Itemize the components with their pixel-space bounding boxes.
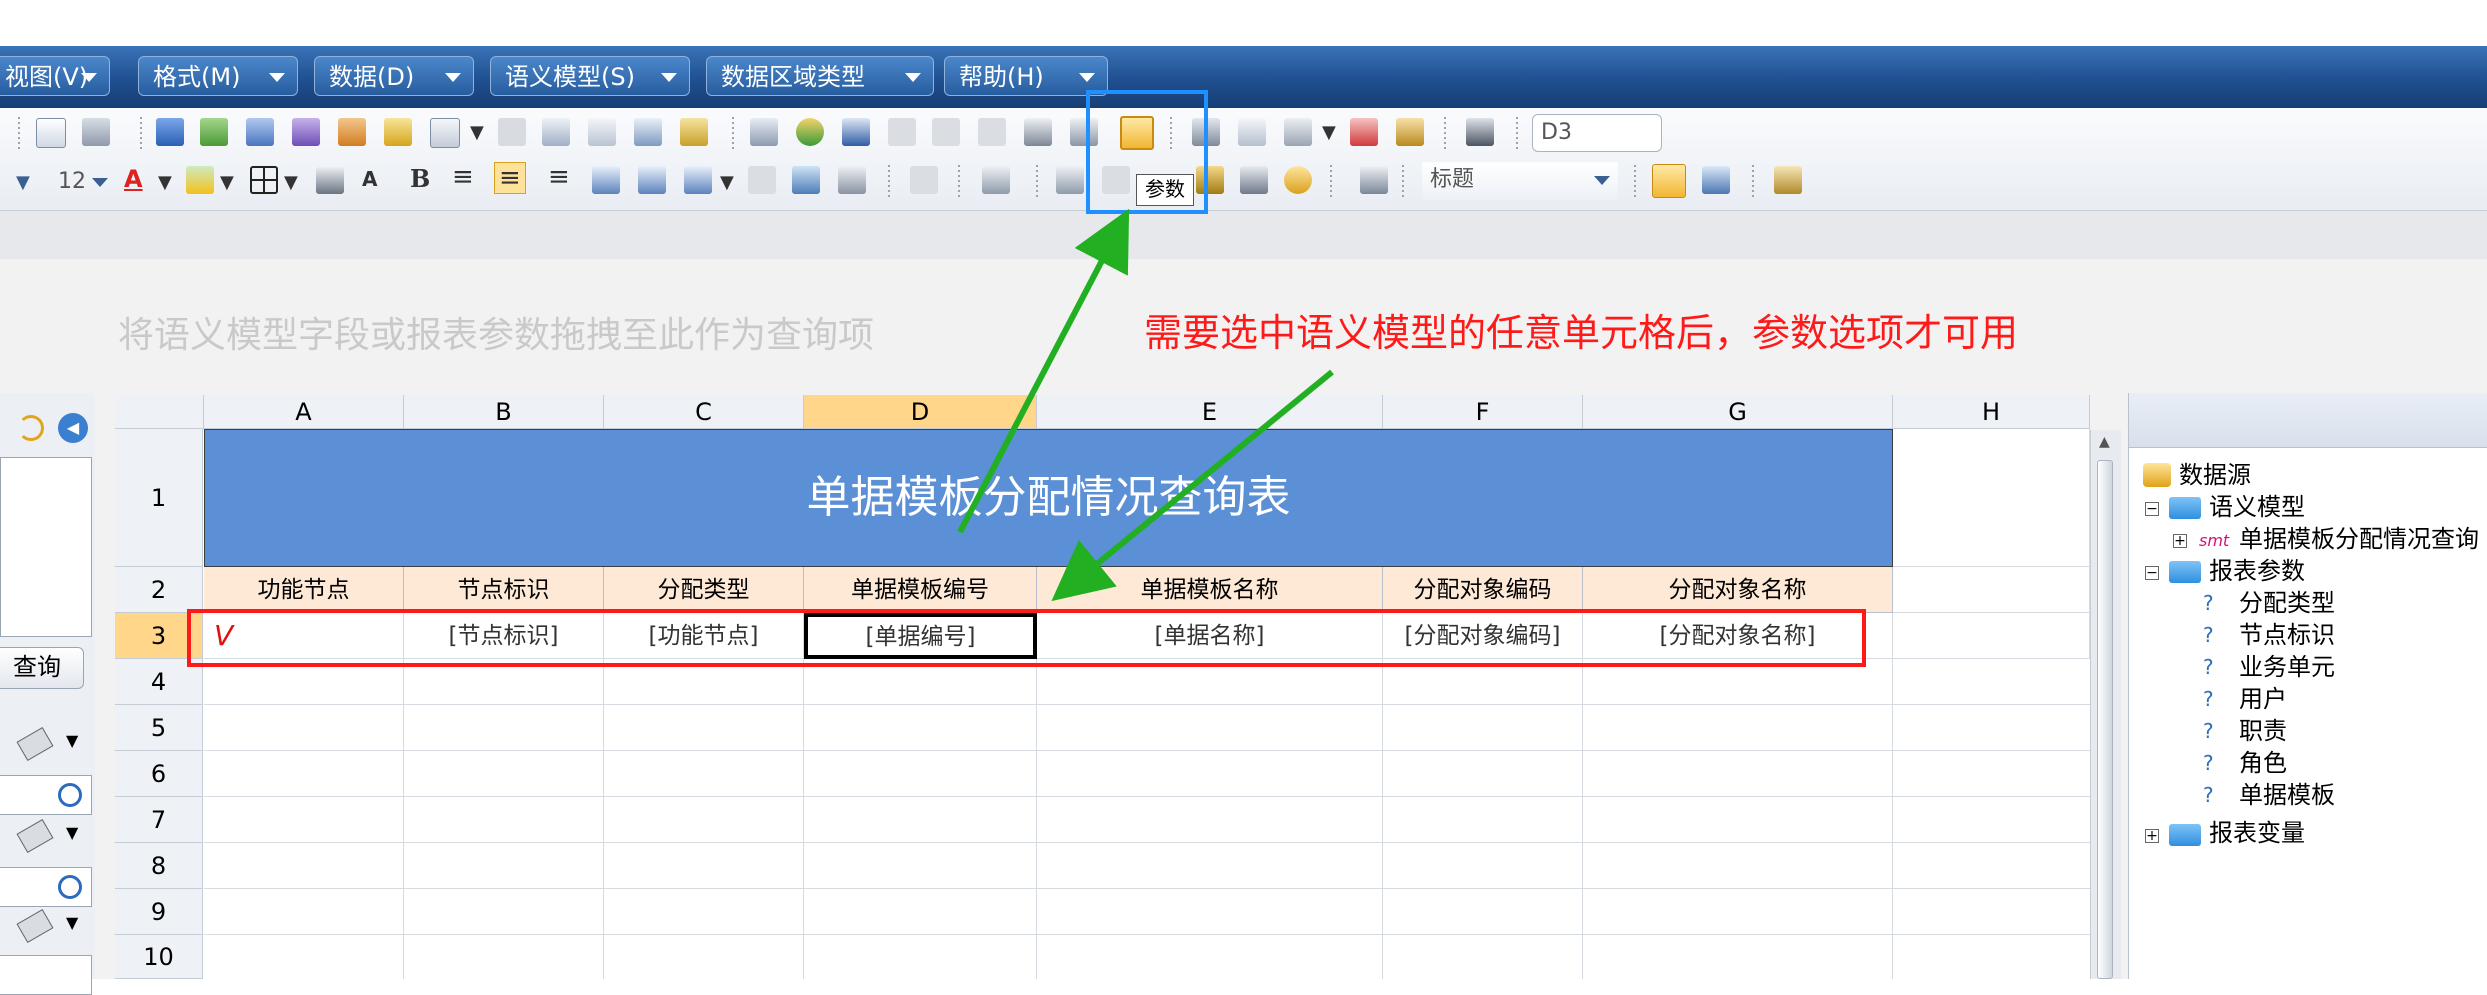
arrow-to-selected-cell bbox=[1051, 369, 1334, 602]
annotation-arrows bbox=[957, 208, 1334, 602]
arrow-to-parameter-icon bbox=[957, 208, 1130, 534]
